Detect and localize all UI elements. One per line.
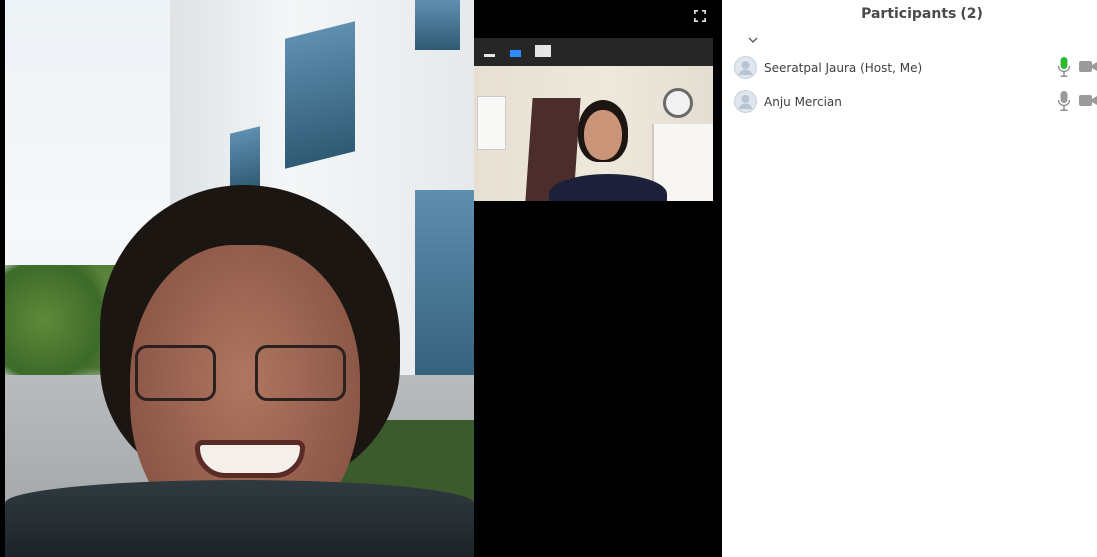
video-camera-icon[interactable] xyxy=(1079,59,1097,74)
video-camera-icon[interactable] xyxy=(1079,93,1097,108)
chevron-down-icon[interactable] xyxy=(747,31,759,43)
single-view-icon[interactable] xyxy=(510,50,521,57)
minimize-icon[interactable] xyxy=(484,54,495,57)
microphone-icon[interactable] xyxy=(1057,90,1071,112)
participant-thumbnail-video[interactable] xyxy=(474,66,713,201)
participants-panel: Participants (2) Seeratpal Jaura (Host, M… xyxy=(722,0,1097,557)
panel-title: Participants (2) xyxy=(722,6,1097,22)
participant-row[interactable]: Anju Mercian xyxy=(722,87,1097,117)
gallery-view-icon[interactable] xyxy=(535,45,551,57)
participant-count: (2) xyxy=(960,6,983,22)
panel-title-label: Participants xyxy=(861,6,957,22)
main-speaker-video xyxy=(0,0,474,557)
participant-name: Anju Mercian xyxy=(764,95,842,109)
thumbnail-toolbar xyxy=(474,38,713,66)
avatar xyxy=(734,90,757,113)
participant-row[interactable]: Seeratpal Jaura (Host, Me) xyxy=(722,53,1097,83)
participant-name: Seeratpal Jaura (Host, Me) xyxy=(764,61,923,75)
expand-icon[interactable] xyxy=(692,8,708,24)
microphone-icon[interactable] xyxy=(1057,56,1071,78)
clock-icon xyxy=(663,88,693,118)
avatar xyxy=(734,56,757,79)
gallery-strip xyxy=(474,0,722,557)
